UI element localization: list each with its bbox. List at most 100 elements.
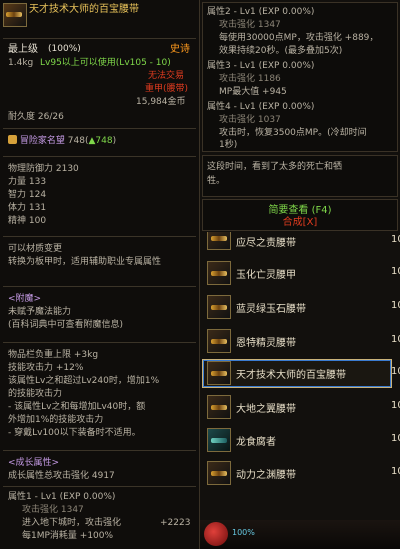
enchant-title: <附魔>: [8, 294, 42, 304]
durability: 耐久度 26/26: [8, 112, 64, 122]
action-box: 简要查看 (F4) 合成[X]: [202, 199, 398, 231]
list-item-selected[interactable]: 天才技术大师的百宝腰带 10: [200, 359, 400, 391]
stat-strength: 力量 133: [8, 177, 47, 187]
attr2-title: 属性2 - Lv1 (EXP 0.00%): [207, 7, 315, 17]
list-item-label: 龙食腐者: [236, 437, 276, 448]
list-item-level: 10: [391, 433, 400, 444]
grade-label: 最上级: [8, 44, 38, 55]
divider: [3, 236, 196, 237]
list-item-level: 10: [391, 400, 400, 411]
list-item[interactable]: 动力之渊腰带 10: [200, 460, 400, 491]
fame-increase: ▲748: [88, 136, 113, 146]
enchant-line: (百科词典中可查看附魔信息): [8, 320, 124, 330]
flavor-line: 牲。: [207, 176, 226, 186]
divider: [3, 128, 196, 129]
flavor-text-box: 这段时间，看到了太多的死亡和牺 牲。: [202, 155, 398, 197]
belt-icon: [207, 261, 231, 285]
list-item[interactable]: 玉化亡灵腰甲 10: [200, 260, 400, 291]
growth-attr1-atk: 攻击强化 1347: [22, 505, 84, 515]
armor-type: 重甲(腰带): [145, 84, 189, 94]
stat-spirit: 精神 100: [8, 216, 47, 226]
belt-icon: [207, 461, 231, 485]
effect-line: 物品栏负重上限 +3kg: [8, 350, 99, 360]
weight: 1.4kg: [8, 58, 34, 68]
transfer-line: 转换为板甲时，适用辅助职业专属属性: [8, 257, 162, 267]
dragon-icon: [207, 428, 231, 452]
stat-defense: 物理防御力 2130: [8, 164, 79, 174]
effect-line: - 该属性Lv之和每增加Lv40时，额: [8, 402, 146, 412]
list-item-label: 天才技术大师的百宝腰带: [236, 370, 346, 381]
simple-view-button[interactable]: 简要查看 (F4): [203, 205, 397, 217]
list-item-level: 10: [391, 466, 400, 477]
growth-attr1-line: 每1MP消耗量 +100%: [22, 531, 114, 541]
stat-intelligence: 智力 124: [8, 190, 47, 200]
list-item-label: 应尽之责腰带: [236, 238, 296, 249]
effect-line: 的技能攻击力: [8, 389, 63, 399]
growth-total: 成长属性总攻击强化 4917: [8, 471, 115, 481]
trade-restriction: 无法交易: [148, 71, 185, 81]
divider: [3, 486, 196, 487]
effect-line: 技能攻击力 +12%: [8, 363, 84, 373]
fame-row: 冒险家名望 748(▲748): [8, 135, 116, 147]
item-icon: [3, 3, 27, 27]
growth-attr1-title: 属性1 - Lv1 (EXP 0.00%): [8, 492, 116, 502]
transfer-line: 可以材质变更: [8, 244, 63, 254]
growth-attributes-box: 属性2 - Lv1 (EXP 0.00%) 攻击强化 1347 每使用30000…: [202, 2, 398, 152]
attr3-atk: 攻击强化 1186: [219, 74, 281, 84]
effect-line: 外增加1%的技能攻击力: [8, 415, 104, 425]
belt-icon: [207, 361, 231, 385]
attr2-atk: 攻击强化 1347: [219, 20, 281, 30]
divider: [3, 342, 196, 343]
growth-attr1-line: 进入地下城时，攻击强化: [22, 518, 122, 528]
list-item[interactable]: 应尽之责腰带 10: [200, 232, 400, 252]
fame-label: 冒险家名望: [19, 136, 65, 146]
list-item-label: 动力之渊腰带: [236, 470, 296, 481]
growth-attr1-value: +2223: [160, 518, 191, 528]
divider: [3, 156, 196, 157]
enchant-line: 未赋予魔法能力: [8, 307, 72, 317]
bottom-hud: 100%: [200, 520, 400, 549]
attr4-line: 1秒): [219, 140, 238, 150]
belt-icon: [207, 395, 231, 419]
attr2-line: 每使用30000点MP，攻击强化 +889，: [219, 33, 379, 43]
list-item[interactable]: 龙食腐者 10: [200, 427, 400, 458]
list-item-level: 10: [391, 300, 400, 311]
level-requirement: Lv95以上可以使用(Lv105 - 10): [40, 58, 171, 68]
belt-icon: [207, 329, 231, 353]
item-name: 天才技术大师的百宝腰带: [29, 4, 139, 15]
list-item-level: 10: [391, 334, 400, 345]
attr3-line: MP最大值 +945: [219, 87, 287, 97]
list-item[interactable]: 恩特精灵腰带 10: [200, 328, 400, 359]
divider: [3, 38, 196, 39]
belt-icon: [207, 295, 231, 319]
hud-percent: 100%: [232, 528, 255, 537]
list-item[interactable]: 大地之翼腰带 10: [200, 394, 400, 425]
list-item-level: 10: [391, 266, 400, 277]
attr4-atk: 攻击强化 1037: [219, 115, 281, 125]
attr2-line: 效果持续20秒。(最多叠加5次): [219, 46, 343, 56]
fame-icon: [8, 135, 17, 144]
effect-line: - 穿戴Lv100以下装备时不适用。: [8, 428, 141, 438]
price: 15,984金币: [136, 97, 186, 107]
rarity-label: 史诗: [170, 44, 190, 55]
fame-close: ): [112, 136, 117, 146]
fame-value: 748(: [67, 136, 89, 146]
synthesis-button[interactable]: 合成[X]: [203, 217, 397, 229]
divider: [3, 286, 196, 287]
list-item-label: 蓝灵绿玉石腰带: [236, 304, 306, 315]
list-item-level: 10: [391, 234, 400, 245]
item-tooltip: 天才技术大师的百宝腰带 最上级 (100%) 史诗 1.4kg Lv95以上可以…: [0, 0, 200, 549]
belt-icon: [207, 232, 231, 250]
effect-line: 该属性Lv之和超过Lv240时，增加1%: [8, 376, 160, 386]
hp-orb: [204, 522, 228, 546]
attr3-title: 属性3 - Lv1 (EXP 0.00%): [207, 61, 315, 71]
flavor-line: 这段时间，看到了太多的死亡和牺: [207, 162, 343, 172]
list-item-label: 恩特精灵腰带: [236, 338, 296, 349]
right-panel: 属性2 - Lv1 (EXP 0.00%) 攻击强化 1347 每使用30000…: [200, 0, 400, 549]
list-item-label: 玉化亡灵腰甲: [236, 270, 296, 281]
list-item-level: 10: [391, 366, 400, 377]
list-item[interactable]: 蓝灵绿玉石腰带 10: [200, 294, 400, 325]
divider: [3, 450, 196, 451]
grade-pct: (100%): [48, 44, 81, 54]
stat-vitality: 体力 131: [8, 203, 47, 213]
